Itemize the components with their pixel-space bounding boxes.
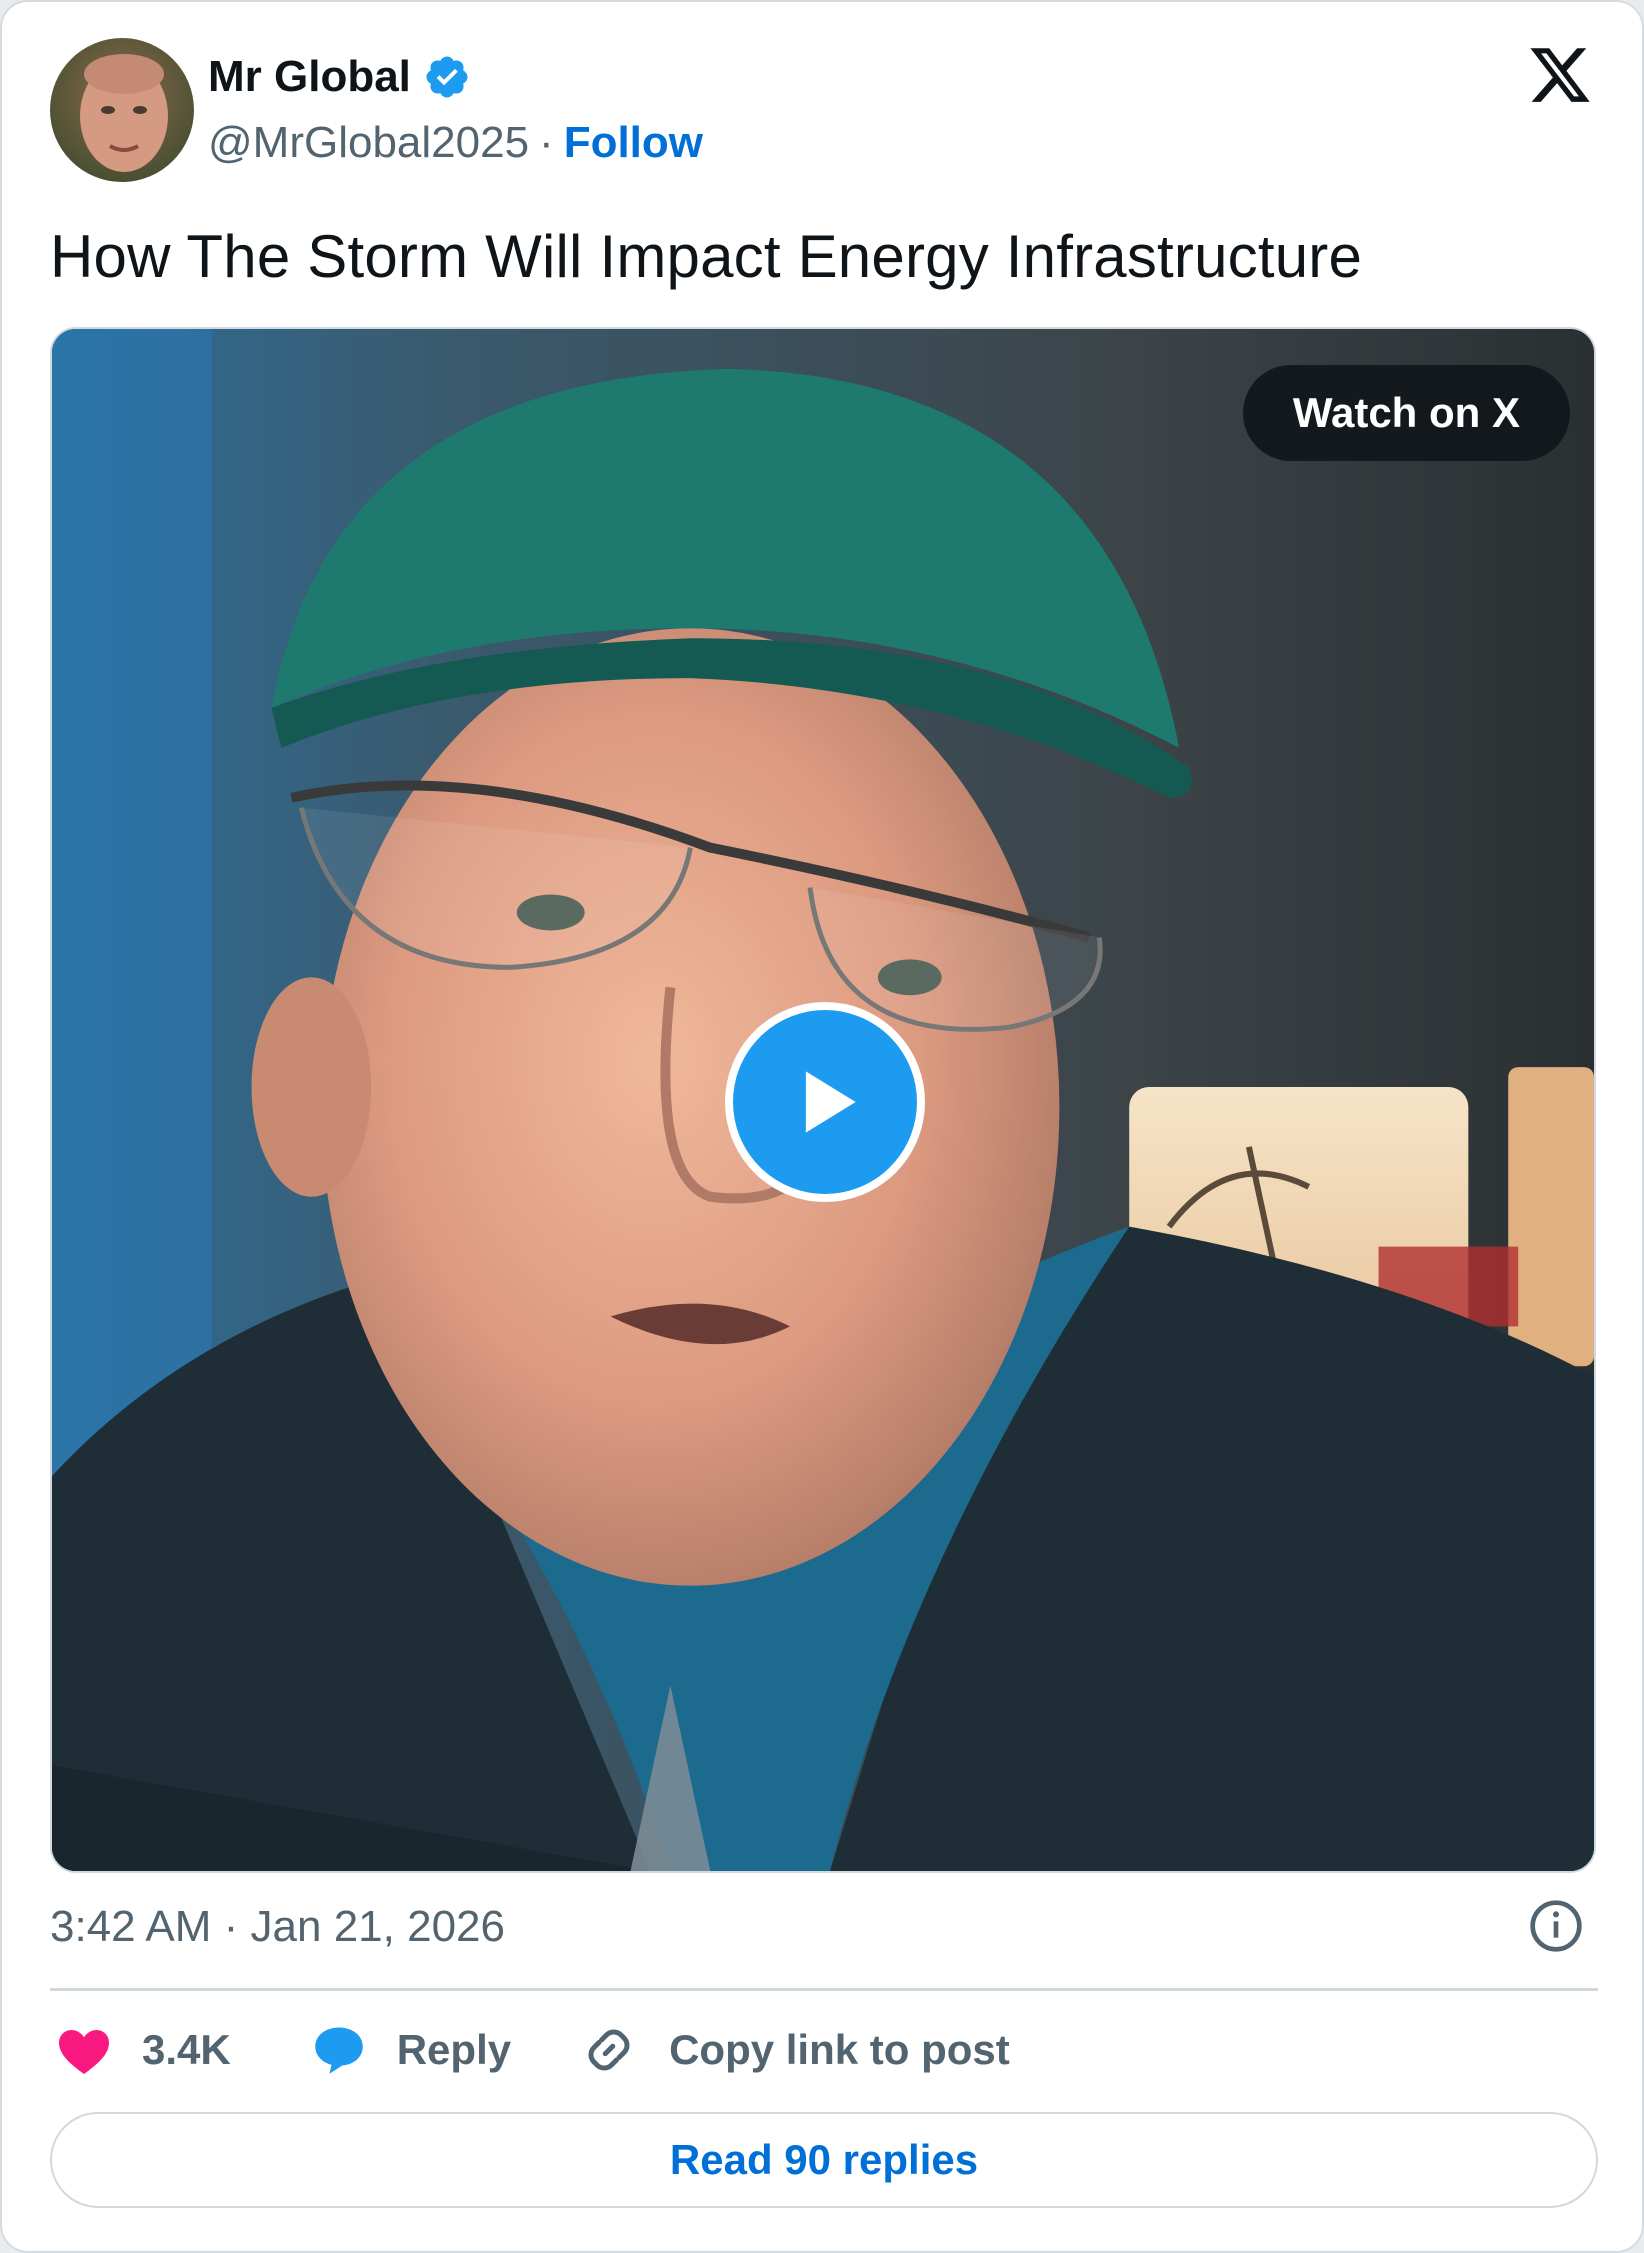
speech-bubble-icon [314, 2027, 363, 2074]
embedded-post-card: Mr Global @MrGlobal2025 · Follow How The… [0, 0, 1644, 2253]
post-timestamp[interactable]: 3:42 AM · Jan 21, 2026 [50, 1902, 505, 1952]
reply-button[interactable]: Reply [309, 2020, 511, 2080]
verified-badge-icon [426, 56, 468, 98]
play-button[interactable] [725, 1002, 925, 1202]
heart-icon [59, 2030, 109, 2074]
avatar-image [50, 38, 194, 182]
watch-on-x-button[interactable]: Watch on X [1242, 365, 1570, 461]
divider [50, 1988, 1598, 1991]
follow-button[interactable]: Follow [564, 118, 703, 168]
x-logo-icon[interactable] [1526, 42, 1594, 108]
reply-label: Reply [396, 2026, 512, 2073]
author-display-name-row[interactable]: Mr Global [208, 52, 471, 102]
post-text: How The Storm Will Impact Energy Infrast… [50, 223, 1363, 290]
handle-separator: · [539, 118, 554, 167]
info-icon[interactable] [1528, 1898, 1584, 1954]
copy-link-label: Copy link to post [669, 2026, 1010, 2073]
author-handle[interactable]: @MrGlobal2025 [208, 118, 529, 168]
like-button[interactable]: 3.4K [54, 2020, 231, 2080]
action-bar: 3.4K Reply Copy link to post [54, 2018, 1010, 2082]
author-display-name[interactable]: Mr Global [208, 52, 411, 102]
copy-link-button[interactable]: Copy link to post [579, 2020, 1010, 2080]
read-replies-button[interactable]: Read 90 replies [50, 2112, 1598, 2208]
play-icon [805, 1071, 856, 1133]
avatar[interactable] [50, 38, 194, 182]
video-thumbnail[interactable]: Watch on X [50, 327, 1596, 1873]
author-handle-row: @MrGlobal2025 · Follow [208, 118, 703, 168]
link-icon [588, 2029, 630, 2071]
like-count: 3.4K [142, 2026, 231, 2073]
